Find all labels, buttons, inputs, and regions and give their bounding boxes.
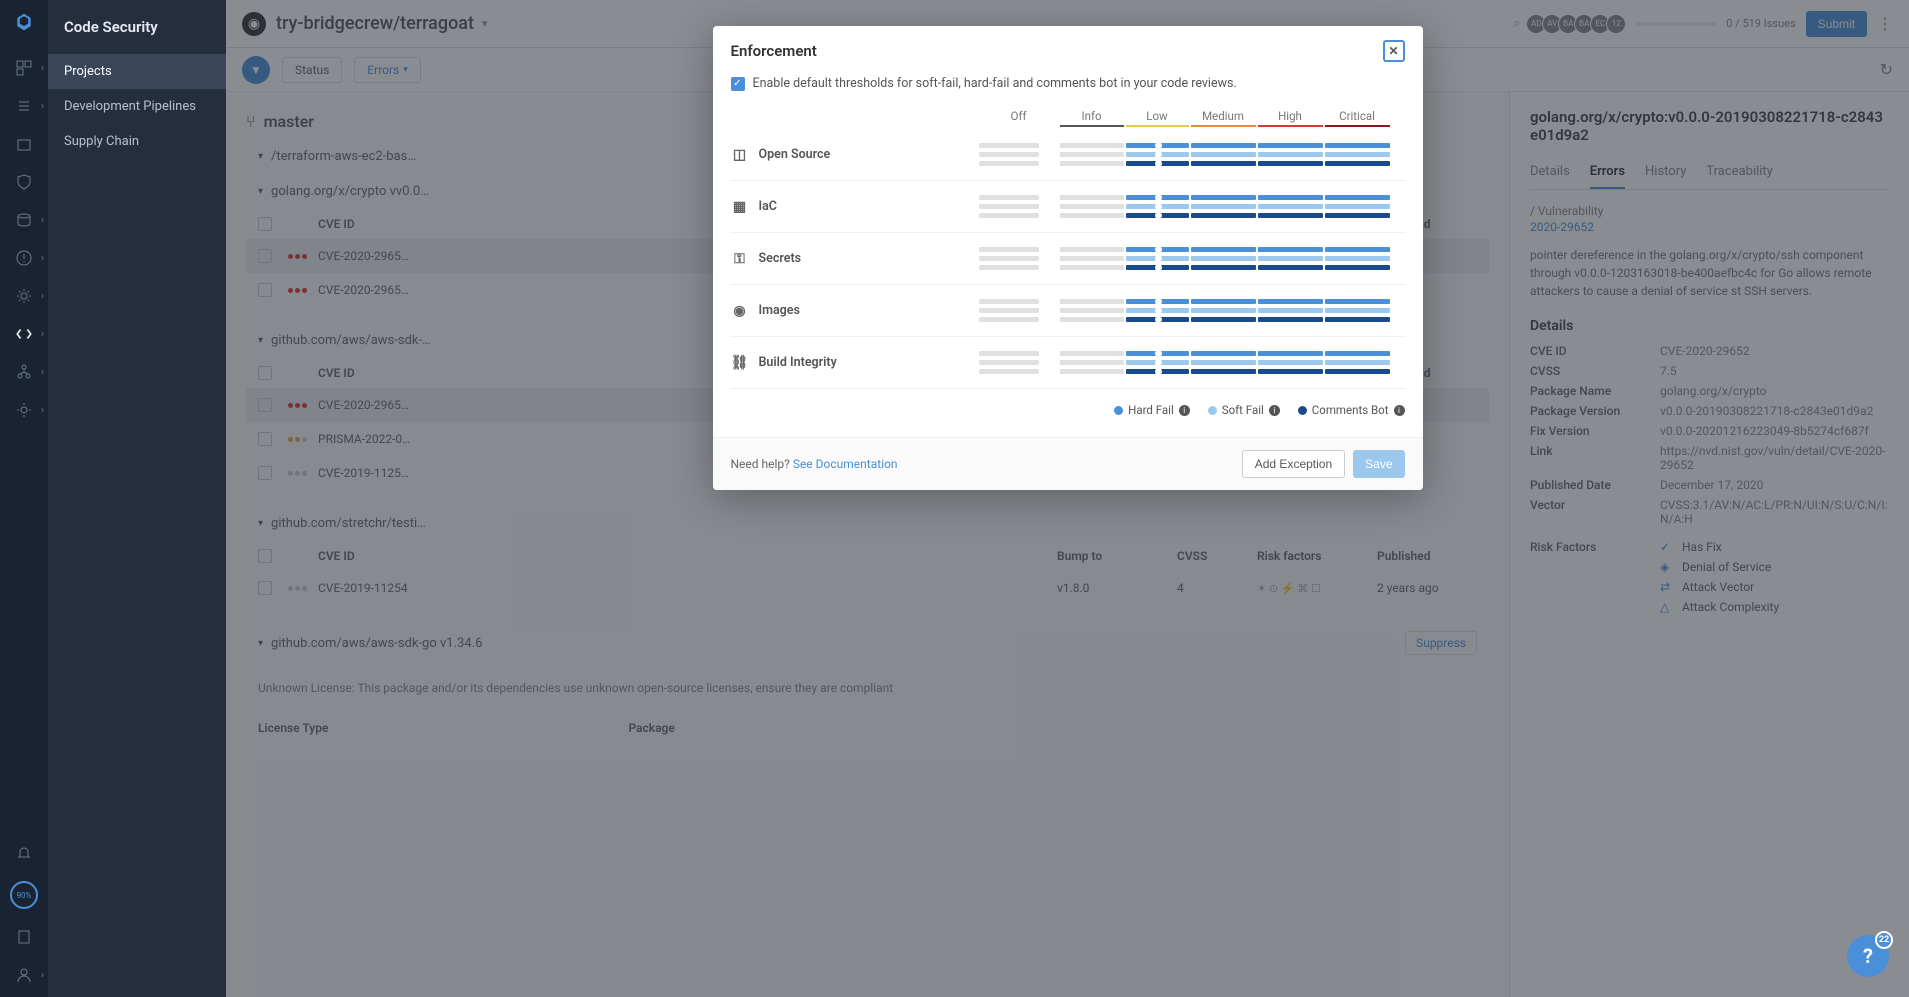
main: ◉ try-bridgecrew/terragoat▾ ⌕ ADAVBABAEC…	[226, 0, 1909, 997]
disc-icon: ◉	[731, 302, 749, 320]
comments-bot-slider[interactable]	[1059, 213, 1389, 218]
list-icon[interactable]	[14, 96, 34, 116]
soft-fail-slider[interactable]	[1059, 204, 1389, 209]
help-text: Need help? See Documentation	[731, 457, 898, 471]
comments-bot-slider[interactable]	[1059, 161, 1389, 166]
user-icon[interactable]	[14, 965, 34, 985]
progress-ring[interactable]: 90%	[10, 881, 38, 909]
open-source-icon: ◫	[731, 146, 749, 164]
db-icon[interactable]	[14, 210, 34, 230]
enable-checkbox[interactable]: ✓	[731, 77, 745, 91]
sidebar-title: Code Security	[48, 0, 226, 54]
key-icon: ⚿	[731, 250, 749, 268]
sidebar-item-pipelines[interactable]: Development Pipelines	[48, 89, 226, 124]
hard-fail-slider[interactable]	[1059, 143, 1389, 148]
hard-fail-slider[interactable]	[1059, 195, 1389, 200]
cat-images: ◉Images	[731, 285, 1405, 337]
save-button[interactable]: Save	[1353, 450, 1404, 478]
cat-secrets: ⚿Secrets	[731, 233, 1405, 285]
cat-iac: ▦IaC	[731, 181, 1405, 233]
hard-fail-slider[interactable]	[1059, 351, 1389, 356]
sidebar-item-supply[interactable]: Supply Chain	[48, 124, 226, 159]
bell-icon[interactable]	[14, 843, 34, 863]
book-icon[interactable]	[14, 927, 34, 947]
hard-fail-slider[interactable]	[1059, 299, 1389, 304]
code-icon[interactable]	[14, 324, 34, 344]
comments-bot-slider[interactable]	[1059, 317, 1389, 322]
sidebar: Code Security Projects Development Pipel…	[48, 0, 226, 997]
hard-fail-slider[interactable]	[1059, 247, 1389, 252]
soft-fail-slider[interactable]	[1059, 308, 1389, 313]
cat-open-source: ◫Open Source	[731, 129, 1405, 181]
alert-icon[interactable]	[14, 248, 34, 268]
shield-icon[interactable]	[14, 172, 34, 192]
build-icon: ⛓	[731, 354, 749, 372]
enable-label: Enable default thresholds for soft-fail,…	[753, 76, 1237, 91]
logo-icon[interactable]	[14, 12, 34, 32]
network-icon[interactable]	[14, 362, 34, 382]
package-icon[interactable]	[14, 134, 34, 154]
dashboard-icon[interactable]	[14, 58, 34, 78]
comments-bot-slider[interactable]	[1059, 265, 1389, 270]
close-icon[interactable]: ✕	[1383, 40, 1405, 62]
soft-fail-slider[interactable]	[1059, 360, 1389, 365]
settings-icon[interactable]	[14, 400, 34, 420]
soft-fail-slider[interactable]	[1059, 256, 1389, 261]
fab-badge: 22	[1875, 931, 1893, 949]
docs-link[interactable]: See Documentation	[793, 457, 898, 471]
help-fab[interactable]: ?22	[1847, 935, 1889, 977]
add-exception-button[interactable]: Add Exception	[1242, 450, 1345, 478]
gear-icon[interactable]	[14, 286, 34, 306]
sidebar-item-projects[interactable]: Projects	[48, 54, 226, 89]
icon-rail: 90%	[0, 0, 48, 997]
comments-bot-slider[interactable]	[1059, 369, 1389, 374]
cat-build: ⛓Build Integrity	[731, 337, 1405, 389]
modal-title: Enforcement	[731, 42, 817, 60]
iac-icon: ▦	[731, 198, 749, 216]
legend: Hard Faili Soft Faili Comments Boti	[731, 389, 1405, 423]
soft-fail-slider[interactable]	[1059, 152, 1389, 157]
enforcement-modal: Enforcement ✕ ✓ Enable default threshold…	[713, 26, 1423, 490]
